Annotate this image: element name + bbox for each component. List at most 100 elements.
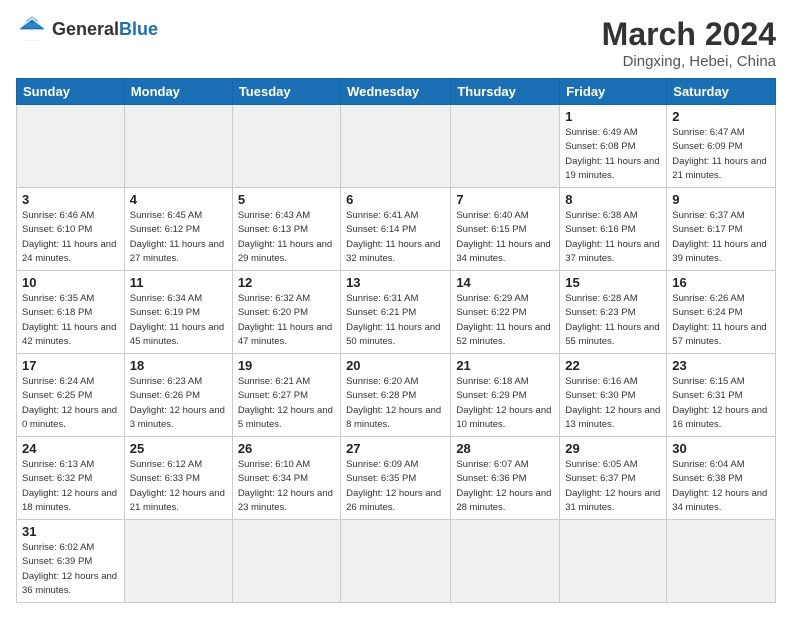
- calendar-table: SundayMondayTuesdayWednesdayThursdayFrid…: [16, 78, 776, 603]
- day-number: 8: [565, 192, 661, 207]
- day-number: 31: [22, 524, 119, 539]
- day-number: 28: [456, 441, 554, 456]
- sun-info: Sunrise: 6:07 AM Sunset: 6:36 PM Dayligh…: [456, 458, 554, 515]
- calendar-cell: 24 Sunrise: 6:13 AM Sunset: 6:32 PM Dayli…: [17, 437, 125, 520]
- calendar-week-row: 1Sunrise: 6:49 AM Sunset: 6:08 PM Daylig…: [17, 105, 776, 188]
- day-number: 16: [672, 275, 770, 290]
- sun-info: Sunrise: 6:05 AM Sunset: 6:37 PM Dayligh…: [565, 458, 661, 515]
- sun-info: Sunrise: 6:45 AM Sunset: 6:12 PM Dayligh…: [130, 209, 227, 266]
- calendar-header-row: SundayMondayTuesdayWednesdayThursdayFrid…: [17, 79, 776, 105]
- day-number: 10: [22, 275, 119, 290]
- sun-info: Sunrise: 6:32 AM Sunset: 6:20 PM Dayligh…: [238, 292, 335, 349]
- day-number: 19: [238, 358, 335, 373]
- sun-info: Sunrise: 6:12 AM Sunset: 6:33 PM Dayligh…: [130, 458, 227, 515]
- sun-info: Sunrise: 6:16 AM Sunset: 6:30 PM Dayligh…: [565, 375, 661, 432]
- day-number: 23: [672, 358, 770, 373]
- calendar-cell: [341, 520, 451, 603]
- calendar-cell: 31 Sunrise: 6:02 AM Sunset: 6:39 PM Dayli…: [17, 520, 125, 603]
- sun-info: Sunrise: 6:35 AM Sunset: 6:18 PM Dayligh…: [22, 292, 119, 349]
- day-number: 15: [565, 275, 661, 290]
- day-number: 30: [672, 441, 770, 456]
- logo: GeneralBlue: [16, 16, 158, 44]
- sun-info: Sunrise: 6:38 AM Sunset: 6:16 PM Dayligh…: [565, 209, 661, 266]
- sun-info: Sunrise: 6:41 AM Sunset: 6:14 PM Dayligh…: [346, 209, 445, 266]
- day-number: 12: [238, 275, 335, 290]
- calendar-week-row: 24 Sunrise: 6:13 AM Sunset: 6:32 PM Dayli…: [17, 437, 776, 520]
- sun-info: Sunrise: 6:09 AM Sunset: 6:35 PM Dayligh…: [346, 458, 445, 515]
- sun-info: Sunrise: 6:34 AM Sunset: 6:19 PM Dayligh…: [130, 292, 227, 349]
- sun-info: Sunrise: 6:02 AM Sunset: 6:39 PM Dayligh…: [22, 541, 119, 598]
- calendar-cell: 20Sunrise: 6:20 AM Sunset: 6:28 PM Dayli…: [341, 354, 451, 437]
- calendar-cell: 23Sunrise: 6:15 AM Sunset: 6:31 PM Dayli…: [667, 354, 776, 437]
- day-header-monday: Monday: [124, 79, 232, 105]
- day-number: 11: [130, 275, 227, 290]
- sun-info: Sunrise: 6:31 AM Sunset: 6:21 PM Dayligh…: [346, 292, 445, 349]
- day-number: 18: [130, 358, 227, 373]
- sun-info: Sunrise: 6:46 AM Sunset: 6:10 PM Dayligh…: [22, 209, 119, 266]
- calendar-cell: [560, 520, 667, 603]
- day-number: 13: [346, 275, 445, 290]
- calendar-cell: 4 Sunrise: 6:45 AM Sunset: 6:12 PM Daylig…: [124, 188, 232, 271]
- calendar-cell: 30 Sunrise: 6:04 AM Sunset: 6:38 PM Dayli…: [667, 437, 776, 520]
- day-header-tuesday: Tuesday: [232, 79, 340, 105]
- title-block: March 2024 Dingxing, Hebei, China: [602, 16, 776, 70]
- day-number: 25: [130, 441, 227, 456]
- calendar-cell: 16 Sunrise: 6:26 AM Sunset: 6:24 PM Dayli…: [667, 271, 776, 354]
- calendar-cell: 11 Sunrise: 6:34 AM Sunset: 6:19 PM Dayli…: [124, 271, 232, 354]
- location: Dingxing, Hebei, China: [602, 53, 776, 70]
- day-number: 5: [238, 192, 335, 207]
- sun-info: Sunrise: 6:40 AM Sunset: 6:15 PM Dayligh…: [456, 209, 554, 266]
- day-header-thursday: Thursday: [451, 79, 560, 105]
- day-number: 27: [346, 441, 445, 456]
- sun-info: Sunrise: 6:24 AM Sunset: 6:25 PM Dayligh…: [22, 375, 119, 432]
- sun-info: Sunrise: 6:29 AM Sunset: 6:22 PM Dayligh…: [456, 292, 554, 349]
- calendar-cell: [667, 520, 776, 603]
- calendar-cell: 29 Sunrise: 6:05 AM Sunset: 6:37 PM Dayli…: [560, 437, 667, 520]
- sun-info: Sunrise: 6:13 AM Sunset: 6:32 PM Dayligh…: [22, 458, 119, 515]
- day-number: 21: [456, 358, 554, 373]
- day-number: 14: [456, 275, 554, 290]
- calendar-week-row: 17 Sunrise: 6:24 AM Sunset: 6:25 PM Dayli…: [17, 354, 776, 437]
- calendar-cell: [124, 105, 232, 188]
- calendar-cell: 9Sunrise: 6:37 AM Sunset: 6:17 PM Daylig…: [667, 188, 776, 271]
- day-number: 2: [672, 109, 770, 124]
- calendar-cell: [124, 520, 232, 603]
- calendar-cell: 21Sunrise: 6:18 AM Sunset: 6:29 PM Dayli…: [451, 354, 560, 437]
- sun-info: Sunrise: 6:28 AM Sunset: 6:23 PM Dayligh…: [565, 292, 661, 349]
- day-number: 6: [346, 192, 445, 207]
- sun-info: Sunrise: 6:20 AM Sunset: 6:28 PM Dayligh…: [346, 375, 445, 432]
- logo-text: GeneralBlue: [52, 20, 158, 40]
- day-number: 3: [22, 192, 119, 207]
- sun-info: Sunrise: 6:26 AM Sunset: 6:24 PM Dayligh…: [672, 292, 770, 349]
- calendar-week-row: 3 Sunrise: 6:46 AM Sunset: 6:10 PM Daylig…: [17, 188, 776, 271]
- calendar-cell: 17 Sunrise: 6:24 AM Sunset: 6:25 PM Dayli…: [17, 354, 125, 437]
- calendar-cell: 27 Sunrise: 6:09 AM Sunset: 6:35 PM Dayli…: [341, 437, 451, 520]
- day-number: 26: [238, 441, 335, 456]
- page-header: GeneralBlue March 2024 Dingxing, Hebei, …: [16, 16, 776, 70]
- calendar-cell: 5Sunrise: 6:43 AM Sunset: 6:13 PM Daylig…: [232, 188, 340, 271]
- calendar-week-row: 10 Sunrise: 6:35 AM Sunset: 6:18 PM Dayli…: [17, 271, 776, 354]
- calendar-cell: [341, 105, 451, 188]
- calendar-cell: 18Sunrise: 6:23 AM Sunset: 6:26 PM Dayli…: [124, 354, 232, 437]
- calendar-cell: 10 Sunrise: 6:35 AM Sunset: 6:18 PM Dayli…: [17, 271, 125, 354]
- day-header-friday: Friday: [560, 79, 667, 105]
- sun-info: Sunrise: 6:37 AM Sunset: 6:17 PM Dayligh…: [672, 209, 770, 266]
- day-number: 29: [565, 441, 661, 456]
- calendar-cell: 7 Sunrise: 6:40 AM Sunset: 6:15 PM Daylig…: [451, 188, 560, 271]
- day-number: 7: [456, 192, 554, 207]
- calendar-cell: 28 Sunrise: 6:07 AM Sunset: 6:36 PM Dayli…: [451, 437, 560, 520]
- calendar-cell: [232, 105, 340, 188]
- day-number: 22: [565, 358, 661, 373]
- day-header-sunday: Sunday: [17, 79, 125, 105]
- day-number: 17: [22, 358, 119, 373]
- sun-info: Sunrise: 6:04 AM Sunset: 6:38 PM Dayligh…: [672, 458, 770, 515]
- calendar-cell: 22 Sunrise: 6:16 AM Sunset: 6:30 PM Dayli…: [560, 354, 667, 437]
- sun-info: Sunrise: 6:49 AM Sunset: 6:08 PM Dayligh…: [565, 126, 661, 183]
- sun-info: Sunrise: 6:21 AM Sunset: 6:27 PM Dayligh…: [238, 375, 335, 432]
- day-header-wednesday: Wednesday: [341, 79, 451, 105]
- calendar-cell: [451, 520, 560, 603]
- day-number: 24: [22, 441, 119, 456]
- calendar-cell: 6 Sunrise: 6:41 AM Sunset: 6:14 PM Daylig…: [341, 188, 451, 271]
- day-number: 4: [130, 192, 227, 207]
- calendar-cell: 13 Sunrise: 6:31 AM Sunset: 6:21 PM Dayli…: [341, 271, 451, 354]
